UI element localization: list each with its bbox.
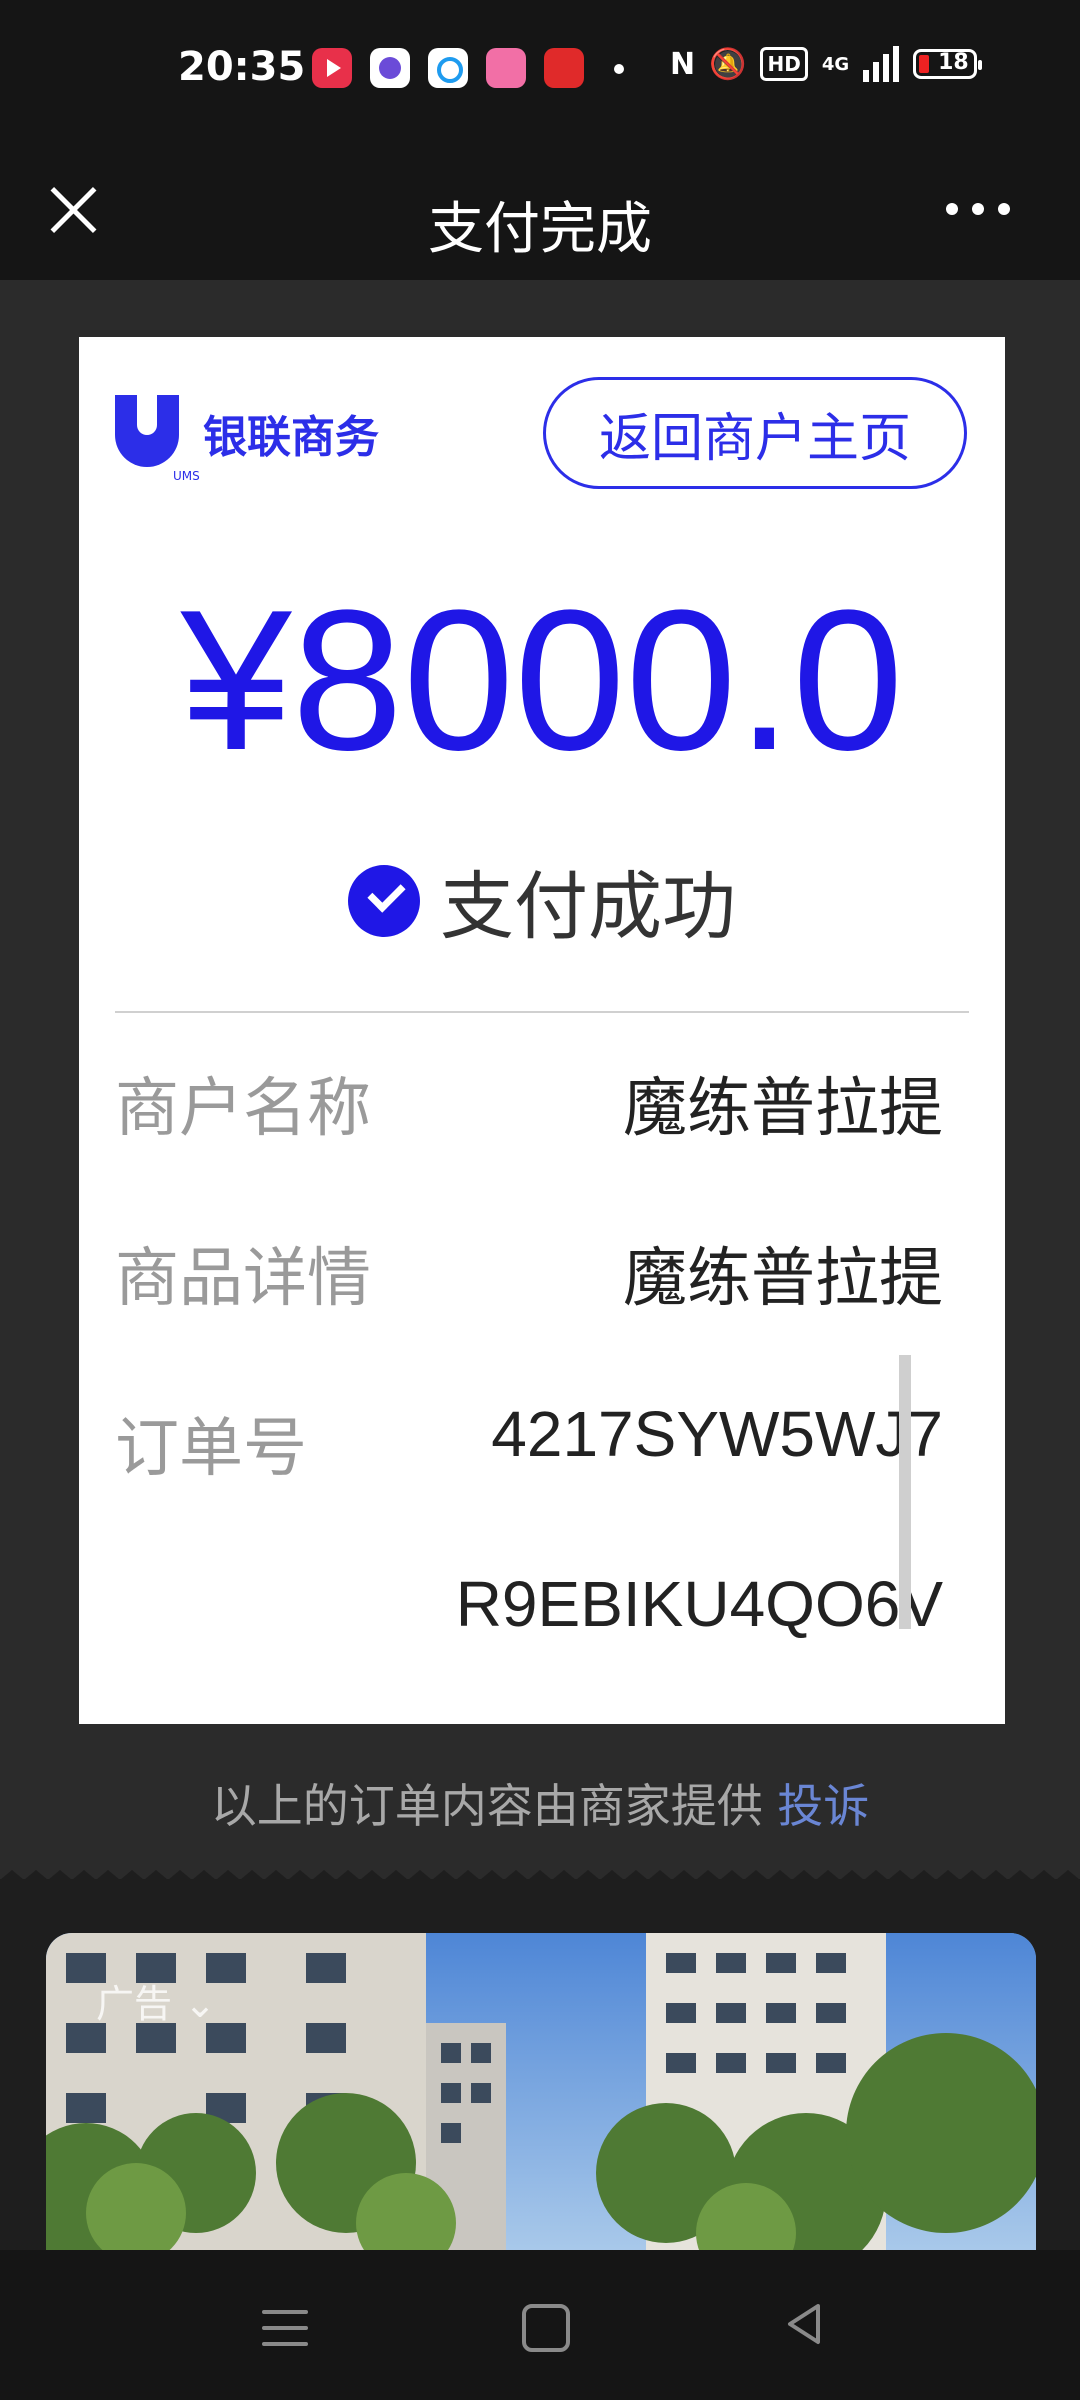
brand-sub: UMS: [173, 469, 200, 483]
check-circle-icon: [348, 864, 420, 937]
video-app-icon: [312, 48, 352, 88]
ad-label-text: 广告: [96, 1982, 173, 2026]
toutiao-icon: [544, 48, 584, 88]
signal-icon: [863, 46, 900, 82]
receipt-card: UMS 银联商务 返回商户主页 ¥8000.0 支付成功 商户名称 魔练普拉提 …: [79, 337, 1005, 1724]
qq-browser-icon: [428, 48, 468, 88]
product-detail-value: 魔练普拉提: [623, 1242, 943, 1316]
nfc-icon: N: [670, 46, 696, 82]
top-nav-bar: 支付完成: [0, 140, 1080, 280]
product-detail-label: 商品详情: [115, 1242, 371, 1316]
ums-logo-icon: UMS: [115, 395, 200, 483]
hd-icon: HD: [760, 47, 808, 81]
mute-icon: 🔕: [709, 46, 747, 82]
status-bar: 20:35 N 🔕 HD 4G 18: [0, 0, 1080, 140]
divider: [115, 1011, 969, 1013]
scrollbar[interactable]: [899, 1355, 911, 1629]
payment-status-text: 支付成功: [440, 864, 736, 950]
battery-icon: 18: [913, 49, 983, 79]
message-app-icon: [370, 48, 410, 88]
order-note: 以上的订单内容由商家提供 投诉: [0, 1770, 1080, 1836]
order-number-value: 4217SYW5WJ7: [491, 1398, 943, 1470]
back-icon[interactable]: [780, 2300, 828, 2348]
return-merchant-home-button[interactable]: 返回商户主页: [543, 377, 967, 489]
more-notifications-dot: [614, 64, 624, 74]
system-icons: N 🔕 HD 4G 18: [670, 46, 983, 82]
merchant-name-value: 魔练普拉提: [623, 1072, 943, 1146]
battery-level: 18: [938, 50, 969, 75]
complain-link[interactable]: 投诉: [777, 1779, 869, 1833]
system-navigation-bar: [0, 2250, 1080, 2400]
chevron-down-icon[interactable]: ⌄: [184, 1982, 216, 2026]
zigzag-divider: [0, 1870, 1080, 1890]
order-number-label: 订单号: [115, 1412, 307, 1486]
ad-banner[interactable]: 广告 ⌄: [46, 1933, 1036, 2253]
notification-icons: [312, 48, 584, 88]
order-number-continued: R9EBIKU4QO6V: [455, 1568, 943, 1640]
status-time: 20:35: [178, 44, 306, 90]
network-type-icon: 4G: [821, 53, 850, 75]
more-options-icon[interactable]: [946, 194, 1016, 224]
menu-icon[interactable]: [262, 2310, 308, 2346]
brand-name: 银联商务: [203, 412, 379, 463]
payment-amount: ¥8000.0: [180, 569, 904, 792]
brand-logo: UMS 银联商务: [115, 395, 379, 483]
payment-status: 支付成功: [79, 847, 1005, 954]
bilibili-icon: [486, 48, 526, 88]
home-icon[interactable]: [522, 2304, 570, 2352]
merchant-name-label: 商户名称: [115, 1072, 371, 1146]
order-note-text: 以上的订单内容由商家提供: [210, 1779, 763, 1833]
ad-label: 广告 ⌄: [96, 1973, 216, 2028]
page-title: 支付完成: [428, 197, 652, 262]
